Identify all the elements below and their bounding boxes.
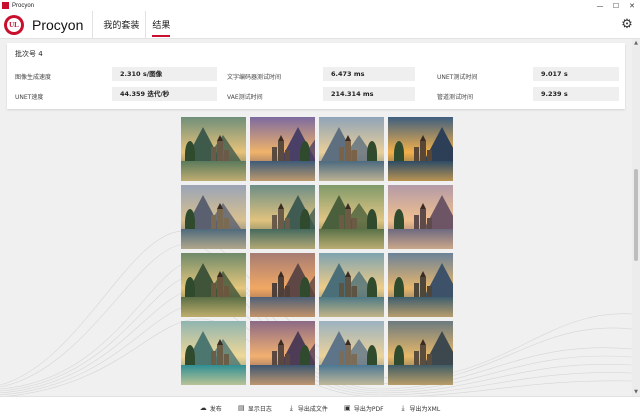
close-button[interactable]: ✕ (624, 0, 640, 11)
export-file-label: 导出成文件 (297, 405, 328, 413)
show-log-button[interactable]: ▤ 显示日志 (233, 400, 277, 416)
footer-toolbar: ☁ 发布 ▤ 显示日志 ⤓ 导出成文件 ▣ 导出为PDF ⤓ 导出为XML (0, 396, 640, 419)
generated-image-thumbnail[interactable] (181, 253, 246, 317)
generated-image-thumbnail[interactable] (319, 117, 384, 181)
generated-image-thumbnail[interactable] (388, 117, 453, 181)
vertical-scrollbar[interactable]: ▲ ▼ (632, 39, 640, 396)
stat-label-image-speed: 图像生成速度 (15, 74, 52, 81)
cloud-upload-icon: ☁ (199, 403, 207, 412)
tab-my-suites[interactable]: 我的套装 (97, 11, 145, 39)
generated-image-thumbnail[interactable] (319, 253, 384, 317)
batch-label: 批次号 4 (15, 50, 43, 58)
app-header: UL Procyon 我的套装 结果 ⚙ (0, 10, 640, 39)
maximize-button[interactable]: ☐ (608, 0, 624, 11)
stat-value-vae-time: 214.314 ms (323, 87, 415, 101)
app-small-icon (2, 2, 9, 9)
generated-image-thumbnail[interactable] (250, 185, 315, 249)
export-pdf-button[interactable]: ▣ 导出为PDF (339, 400, 389, 416)
stat-label-unet-time: UNET测试时间 (437, 74, 478, 81)
stat-label-pipeline-time: 管道测试时间 (437, 94, 474, 101)
document-icon: ▤ (238, 403, 245, 412)
app-window: Procyon — ☐ ✕ UL Procyon 我的套装 结果 ⚙ 批次号 4… (0, 0, 640, 419)
export-xml-button[interactable]: ⤓ 导出为XML (395, 400, 446, 416)
header-divider (92, 10, 94, 39)
stat-value-pipeline-time: 9.239 s (533, 87, 619, 101)
generated-image-thumbnail[interactable] (388, 185, 453, 249)
generated-image-thumbnail[interactable] (181, 185, 246, 249)
stats-panel: 批次号 4 图像生成速度 2.310 s/图像 文字编码器测试时间 6.473 … (7, 43, 625, 109)
download-icon: ⤓ (401, 403, 405, 412)
generated-image-thumbnail[interactable] (319, 321, 384, 385)
export-xml-label: 导出为XML (409, 405, 441, 413)
generated-image-thumbnail[interactable] (181, 117, 246, 181)
export-file-button[interactable]: ⤓ 导出成文件 (283, 400, 333, 416)
results-content: 批次号 4 图像生成速度 2.310 s/图像 文字编码器测试时间 6.473 … (0, 39, 632, 396)
stat-value-text-encoder: 6.473 ms (323, 67, 415, 81)
publish-button[interactable]: ☁ 发布 (195, 400, 227, 416)
gear-icon[interactable]: ⚙ (620, 18, 634, 32)
generated-image-thumbnail[interactable] (181, 321, 246, 385)
tab-results[interactable]: 结果 (146, 11, 176, 39)
show-log-label: 显示日志 (247, 405, 272, 413)
generated-image-thumbnail[interactable] (319, 185, 384, 249)
download-icon: ⤓ (289, 403, 293, 412)
window-titlebar: Procyon — ☐ ✕ (0, 0, 640, 11)
generated-image-thumbnail[interactable] (250, 253, 315, 317)
scroll-down-icon[interactable]: ▼ (632, 388, 640, 396)
minimize-button[interactable]: — (592, 0, 608, 11)
app-name: Procyon (32, 16, 84, 33)
generated-image-thumbnail[interactable] (250, 321, 315, 385)
export-pdf-label: 导出为PDF (353, 405, 384, 413)
main-nav: 我的套装 结果 (97, 10, 176, 39)
stat-label-unet-speed: UNET速度 (15, 94, 44, 101)
window-title: Procyon (12, 2, 35, 9)
stat-label-text-encoder: 文字编码器测试时间 (227, 74, 282, 81)
stat-value-unet-time: 9.017 s (533, 67, 619, 81)
ul-logo: UL (4, 14, 24, 35)
scrollbar-thumb[interactable] (634, 169, 638, 261)
generated-images-grid (181, 117, 453, 389)
generated-image-thumbnail[interactable] (388, 253, 453, 317)
logo-text: UL (6, 16, 22, 33)
scroll-up-icon[interactable]: ▲ (632, 39, 640, 47)
save-icon: ▣ (344, 403, 351, 412)
stat-value-image-speed: 2.310 s/图像 (112, 67, 217, 81)
stat-label-vae-time: VAE测试时间 (227, 94, 263, 101)
stat-value-unet-speed: 44.359 迭代/秒 (112, 87, 217, 101)
publish-label: 发布 (209, 405, 222, 413)
generated-image-thumbnail[interactable] (388, 321, 453, 385)
generated-image-thumbnail[interactable] (250, 117, 315, 181)
